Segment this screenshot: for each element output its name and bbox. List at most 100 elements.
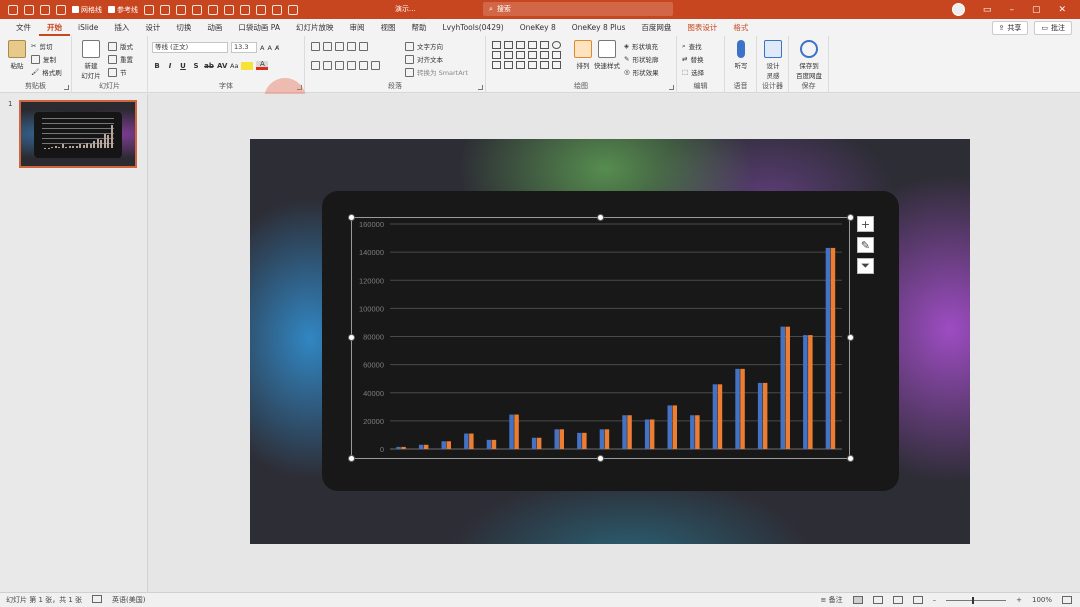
tab-17[interactable]: 格式: [725, 19, 756, 36]
dictate-button[interactable]: 听写: [726, 40, 756, 70]
maximize-icon[interactable]: ▢: [1032, 5, 1041, 15]
justify-icon[interactable]: [347, 61, 356, 70]
align-center-icon[interactable]: [323, 61, 332, 70]
tab-2[interactable]: iSlide: [70, 19, 106, 36]
resize-handle[interactable]: [597, 455, 604, 462]
tab-6[interactable]: 动画: [199, 19, 230, 36]
grow-font-icon[interactable]: A: [260, 44, 264, 52]
tab-9[interactable]: 审阅: [341, 19, 372, 36]
chart-elements-button[interactable]: +: [857, 216, 874, 232]
resize-handle[interactable]: [847, 334, 854, 341]
language-indicator[interactable]: 英语(美国): [112, 595, 145, 605]
tab-11[interactable]: 帮助: [403, 19, 434, 36]
text-direction-button[interactable]: 文字方向: [405, 41, 443, 51]
reading-view-icon[interactable]: [892, 596, 903, 604]
shape-fill-button[interactable]: ◈ 形状填充: [624, 41, 658, 51]
notes-button[interactable]: ≡ 备注: [821, 595, 843, 605]
smartart-button[interactable]: 转换为 SmartArt: [405, 67, 468, 77]
save-baidu-button[interactable]: 保存到 百度网盘: [794, 40, 824, 80]
replace-button[interactable]: ⇄ 替换: [682, 54, 703, 64]
reset-button[interactable]: 重置: [108, 54, 133, 64]
decrease-indent-icon[interactable]: [335, 42, 344, 51]
chart-filters-button[interactable]: ⏷: [857, 258, 874, 274]
record-icon[interactable]: [288, 4, 298, 15]
comments-button[interactable]: ▭ 批注: [1034, 21, 1072, 35]
tab-14[interactable]: OneKey 8 Plus: [564, 19, 634, 36]
ribbon-display-icon[interactable]: ▭: [983, 5, 992, 15]
tab-3[interactable]: 插入: [106, 19, 137, 36]
save-icon[interactable]: [8, 4, 18, 15]
clear-format-icon[interactable]: A̸: [275, 44, 279, 52]
align-right-icon[interactable]: [176, 4, 186, 15]
tab-5[interactable]: 切换: [168, 19, 199, 36]
align-right-icon[interactable]: [335, 61, 344, 70]
shape-effects-button[interactable]: ◎ 形状效果: [624, 67, 659, 77]
distribute-icon[interactable]: [240, 4, 250, 15]
align-text-button[interactable]: 对齐文本: [405, 54, 443, 64]
avatar[interactable]: [951, 3, 965, 16]
resize-handle[interactable]: [348, 214, 355, 221]
tab-1[interactable]: 开始: [39, 19, 70, 36]
char-spacing-button[interactable]: AV: [217, 62, 227, 70]
undo-icon[interactable]: [24, 4, 34, 15]
tab-7[interactable]: 口袋动画 PA: [230, 19, 288, 36]
format-painter-icon[interactable]: [56, 4, 66, 15]
new-slide-button[interactable]: 新建 幻灯片: [76, 40, 106, 80]
resize-handle[interactable]: [847, 214, 854, 221]
tab-12[interactable]: LvyhTools(0429): [434, 19, 511, 36]
resize-handle[interactable]: [348, 455, 355, 462]
tab-4[interactable]: 设计: [137, 19, 168, 36]
tab-10[interactable]: 视图: [372, 19, 403, 36]
shape-icon[interactable]: [272, 4, 282, 15]
align-top-icon[interactable]: [192, 4, 202, 15]
share-button[interactable]: ⇪ 共享: [991, 21, 1029, 35]
resize-handle[interactable]: [597, 214, 604, 221]
format-painter-button[interactable]: 🖌 格式刷: [31, 67, 62, 77]
italic-button[interactable]: I: [165, 62, 175, 70]
zoom-slider[interactable]: [946, 596, 1007, 604]
search-box[interactable]: ⌕ 搜索: [483, 2, 673, 16]
align-middle-icon[interactable]: [208, 4, 218, 15]
tab-13[interactable]: OneKey 8: [512, 19, 564, 36]
font-name-select[interactable]: 等线 (正文): [152, 42, 228, 53]
align-center-icon[interactable]: [160, 4, 170, 15]
line-spacing-icon[interactable]: [359, 42, 368, 51]
minimize-icon[interactable]: –: [1009, 5, 1014, 15]
strikethrough-button[interactable]: ab: [204, 62, 214, 70]
paste-button[interactable]: 粘贴: [2, 40, 32, 70]
resize-handle[interactable]: [348, 334, 355, 341]
chart-styles-button[interactable]: ✎: [857, 237, 874, 253]
tab-8[interactable]: 幻灯片放映: [288, 19, 342, 36]
copy-button[interactable]: 复制: [31, 54, 56, 64]
zoom-out-icon[interactable]: –: [933, 596, 937, 604]
select-button[interactable]: ⬚ 选择: [682, 67, 704, 77]
distributed-icon[interactable]: [359, 61, 368, 70]
bold-button[interactable]: B: [152, 62, 162, 70]
font-color-icon[interactable]: A: [256, 61, 269, 70]
underline-button[interactable]: U: [178, 62, 188, 70]
tab-16[interactable]: 图表设计: [679, 19, 725, 36]
increase-indent-icon[interactable]: [347, 42, 356, 51]
align-bottom-icon[interactable]: [224, 4, 234, 15]
design-ideas-button[interactable]: 设计 灵感: [758, 40, 788, 80]
find-button[interactable]: ⌕ 查找: [682, 41, 702, 52]
dialog-launcher-icon[interactable]: [478, 85, 483, 90]
layout-button[interactable]: 版式: [108, 41, 133, 51]
accessibility-icon[interactable]: [92, 595, 103, 603]
tab-15[interactable]: 百度网盘: [633, 19, 679, 36]
fit-slide-icon[interactable]: [1062, 596, 1072, 604]
section-button[interactable]: 节: [108, 67, 127, 77]
group-icon[interactable]: [256, 4, 266, 15]
align-left-icon[interactable]: [311, 61, 320, 70]
change-case-button[interactable]: Aa: [230, 62, 238, 70]
numbering-icon[interactable]: [323, 42, 332, 51]
shapes-gallery[interactable]: [492, 41, 562, 69]
highlight-icon[interactable]: [241, 61, 254, 70]
zoom-in-icon[interactable]: +: [1016, 596, 1022, 604]
close-icon[interactable]: ✕: [1058, 5, 1066, 15]
shrink-font-icon[interactable]: A: [267, 44, 271, 52]
tab-0[interactable]: 文件: [8, 19, 39, 36]
font-size-select[interactable]: 13.3: [231, 42, 257, 53]
search-input[interactable]: 搜索: [497, 4, 511, 14]
shape-outline-button[interactable]: ✎ 形状轮廓: [624, 54, 658, 64]
